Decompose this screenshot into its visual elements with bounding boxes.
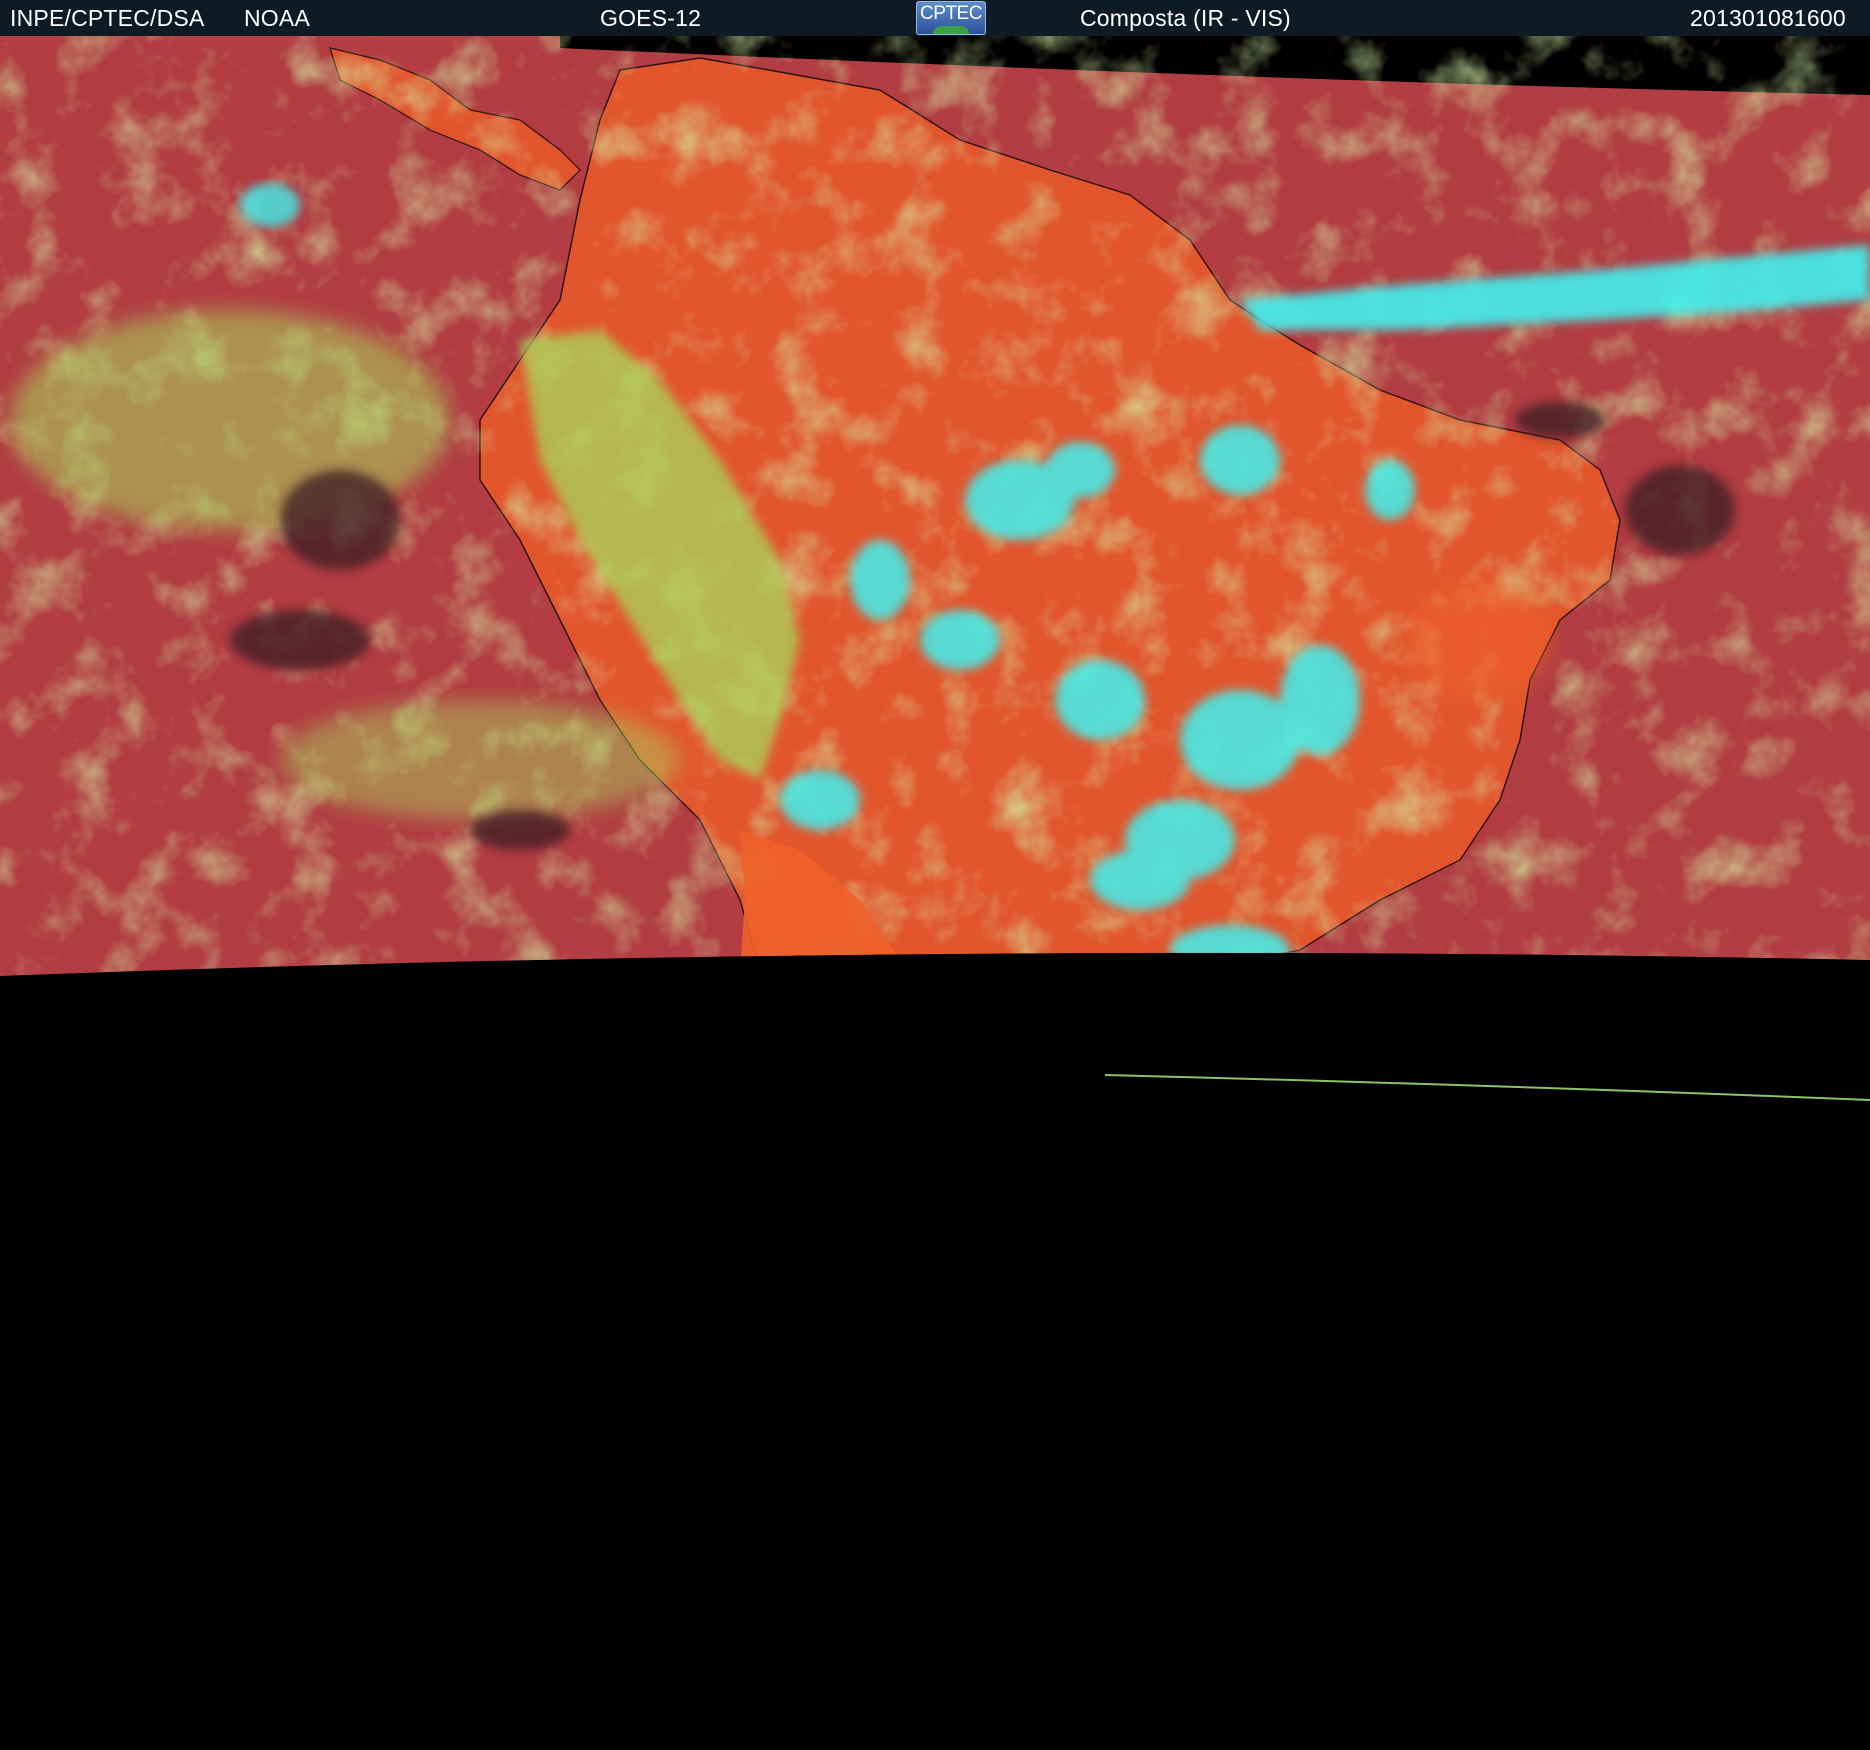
source-label: INPE/CPTEC/DSA <box>10 5 205 31</box>
logo-text: CPTEC <box>920 3 982 24</box>
cptec-logo: CPTEC <box>916 1 986 35</box>
satellite-image <box>0 36 1870 1750</box>
header-bar: INPE/CPTEC/DSA NOAA GOES-12 CPTEC Compos… <box>0 0 1870 36</box>
product-label: Composta (IR - VIS) <box>1080 5 1291 31</box>
logo-globe-icon <box>933 26 969 34</box>
scan-line <box>1104 1074 1870 1101</box>
agency-label: NOAA <box>244 5 310 31</box>
satellite-label: GOES-12 <box>600 5 702 31</box>
timestamp-label: 201301081600 <box>1690 5 1846 31</box>
